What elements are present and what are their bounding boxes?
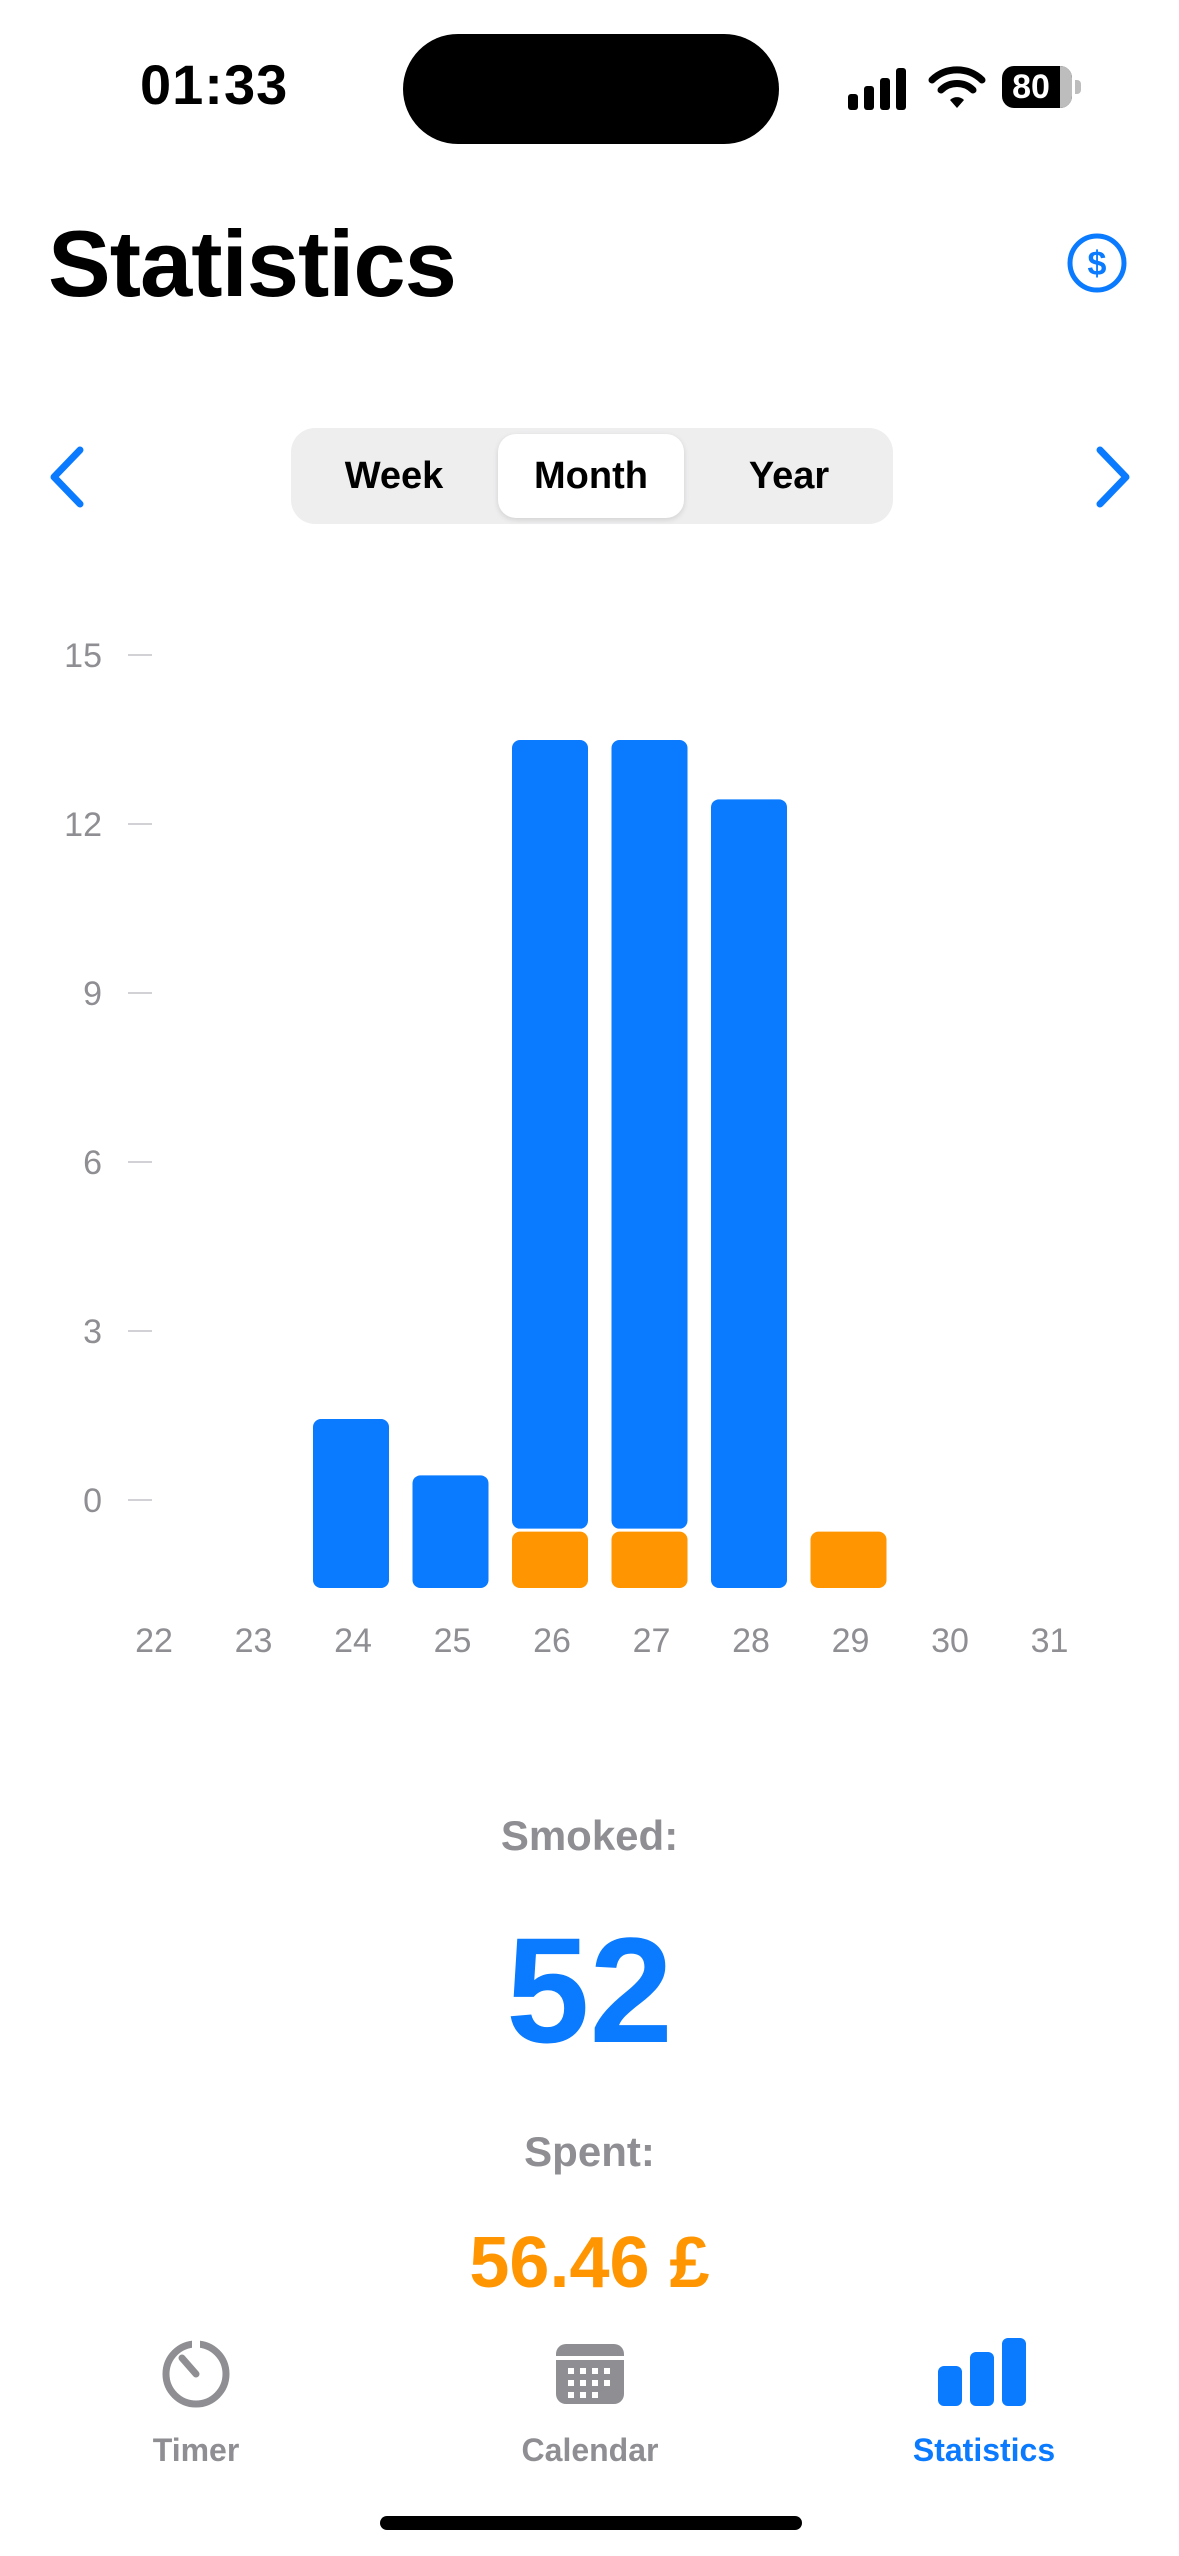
timer-icon bbox=[162, 2340, 230, 2408]
page-title: Statistics bbox=[48, 211, 457, 316]
battery-level: 80 bbox=[1012, 68, 1050, 106]
bar-primary-27 bbox=[611, 740, 688, 1529]
x-tick-label: 22 bbox=[135, 1622, 173, 1660]
y-tick-label: 15 bbox=[64, 637, 102, 675]
spent-label: Spent: bbox=[524, 2128, 655, 2175]
dynamic-island bbox=[403, 34, 779, 144]
bar-primary-26 bbox=[512, 740, 588, 1529]
bar-secondary-27 bbox=[611, 1531, 688, 1588]
smoked-value: 52 bbox=[506, 1906, 673, 2074]
dollar-circle-icon[interactable]: $ bbox=[1066, 232, 1128, 294]
period-segmented-control: Week Month Year bbox=[291, 428, 893, 524]
bar-primary-25 bbox=[412, 1475, 489, 1588]
calendar-icon bbox=[556, 2344, 624, 2404]
tab-calendar-label: Calendar bbox=[521, 2432, 659, 2468]
x-tick-label: 29 bbox=[832, 1622, 870, 1660]
tab-statistics-label: Statistics bbox=[912, 2432, 1056, 2468]
bar-secondary-29 bbox=[810, 1531, 887, 1588]
signal-icon bbox=[848, 68, 906, 110]
segment-week[interactable]: Week bbox=[297, 434, 491, 518]
spent-value: 56.46 £ bbox=[469, 2223, 710, 2303]
home-indicator bbox=[380, 2516, 802, 2530]
chevron-left-icon[interactable] bbox=[44, 444, 90, 510]
x-tick-label: 27 bbox=[633, 1622, 671, 1660]
x-tick-label: 31 bbox=[1031, 1622, 1069, 1660]
x-tick-label: 23 bbox=[235, 1622, 273, 1660]
bar-primary-24 bbox=[313, 1419, 389, 1588]
bar-chart-icon bbox=[938, 2338, 1026, 2406]
tab-timer-label: Timer bbox=[152, 2432, 240, 2468]
bar-primary-28 bbox=[711, 799, 787, 1588]
y-tick-label: 12 bbox=[64, 806, 102, 844]
y-tick-label: 6 bbox=[83, 1144, 102, 1182]
x-tick-label: 24 bbox=[334, 1622, 372, 1660]
segment-year[interactable]: Year bbox=[691, 434, 887, 518]
svg-text:$: $ bbox=[1088, 245, 1107, 283]
status-time: 01:33 bbox=[140, 53, 289, 116]
wifi-icon bbox=[928, 66, 986, 108]
segment-month[interactable]: Month bbox=[498, 434, 684, 518]
x-tick-label: 30 bbox=[931, 1622, 969, 1660]
y-tick-label: 0 bbox=[83, 1482, 102, 1520]
smoked-label: Smoked: bbox=[500, 1812, 679, 1859]
bar-secondary-26 bbox=[512, 1531, 588, 1588]
x-tick-label: 26 bbox=[533, 1622, 571, 1660]
x-tick-label: 25 bbox=[434, 1622, 472, 1660]
tab-statistics[interactable]: Statistics bbox=[864, 2328, 1104, 2468]
monthly-bar-chart: 1512963022 23 24 25 26 27 28 29 30 31 bbox=[64, 637, 1069, 1660]
chevron-right-icon[interactable] bbox=[1090, 444, 1136, 510]
tab-calendar[interactable]: Calendar bbox=[470, 2328, 710, 2468]
y-tick-label: 3 bbox=[83, 1313, 102, 1351]
x-tick-label: 28 bbox=[732, 1622, 770, 1660]
y-tick-label: 9 bbox=[83, 975, 102, 1013]
battery-indicator: 80 bbox=[1002, 66, 1082, 108]
tab-timer[interactable]: Timer bbox=[76, 2328, 316, 2468]
